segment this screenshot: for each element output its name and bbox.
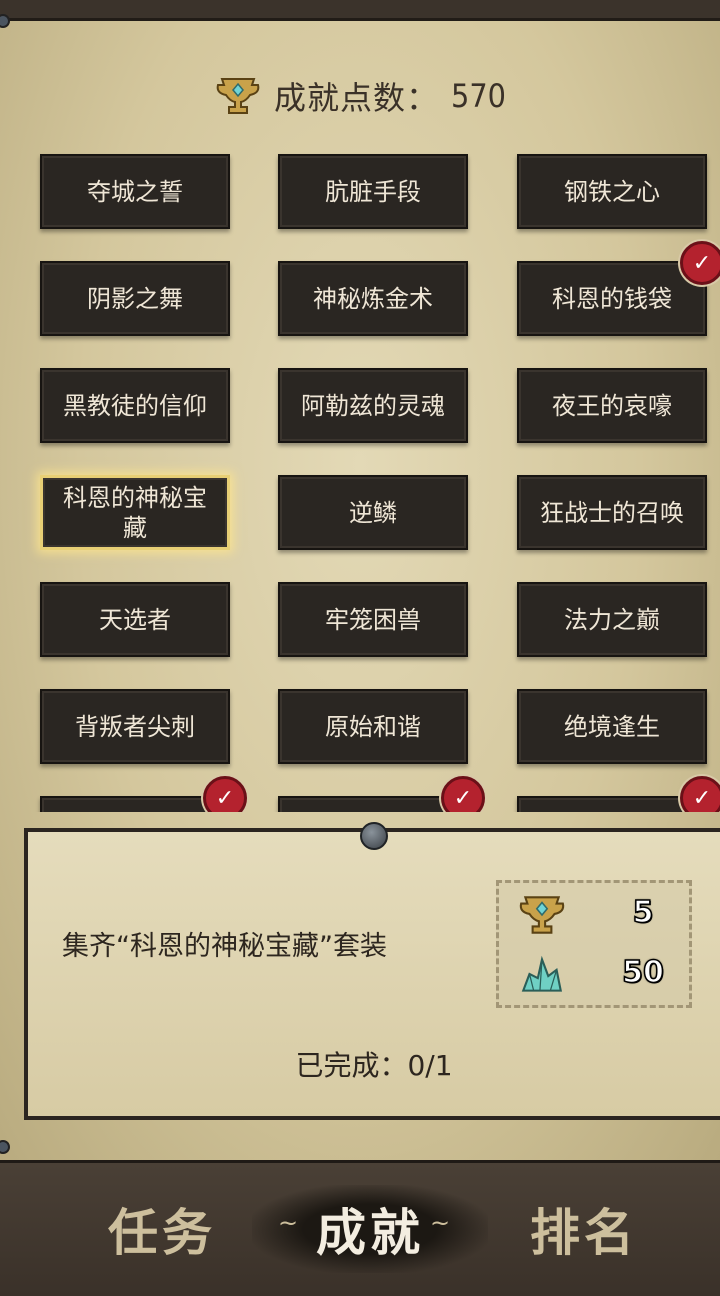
wave-icon: ~ xyxy=(430,1209,451,1237)
tab-tasks[interactable]: 任务 xyxy=(62,1191,262,1267)
achievement-label: 绝境逢生 xyxy=(564,712,660,741)
achievement-points-label: 成就点数： xyxy=(274,79,440,117)
achievement-label: 背叛者尖刺 xyxy=(75,712,195,741)
achievement-label: 逆鳞 xyxy=(349,498,397,527)
achievement-label: 黑教徒的信仰 xyxy=(63,391,207,420)
tab-ranking[interactable]: 排名 xyxy=(484,1191,684,1267)
achievement-card[interactable]: 阿勒兹的灵魂 xyxy=(278,368,468,443)
achievement-description: 集齐“科恩的神秘宝藏”套装 xyxy=(62,931,387,962)
achievement-card[interactable]: 背叛者尖刺 xyxy=(40,689,230,764)
achievement-label: 天选者 xyxy=(99,605,171,634)
reward-row: 50 xyxy=(517,953,665,997)
frame-rivet xyxy=(0,14,10,28)
crystal-icon xyxy=(521,955,563,992)
achievement-label: 科恩的钱袋 xyxy=(552,284,672,313)
achievement-card[interactable]: 夺城之誓 xyxy=(40,154,230,229)
achievement-label: 神秘炼金术 xyxy=(313,284,433,313)
achievement-label: 法力之巅 xyxy=(564,605,660,634)
achievement-card[interactable]: 逆鳞 xyxy=(278,475,468,550)
achievement-card[interactable]: 阴影之舞 xyxy=(40,261,230,336)
bottom-nav: 任务 ~ 成就 ~ 排名 xyxy=(0,1160,720,1296)
completed-check-icon: ✓ xyxy=(680,241,720,285)
achievement-card[interactable] xyxy=(278,796,468,812)
achievement-detail-panel: 集齐“科恩的神秘宝藏”套装 5 50 已完成：0/1 xyxy=(24,828,720,1120)
achievement-card[interactable]: 钢铁之心 xyxy=(517,154,707,229)
reward-points-value: 5 xyxy=(632,894,654,931)
achievement-points-value: 570 xyxy=(451,77,506,115)
pin-icon xyxy=(360,822,388,850)
progress-text: 已完成：0/1 xyxy=(295,1049,453,1082)
achievement-card[interactable]: 狂战士的召唤 xyxy=(517,475,707,550)
completed-check-icon: ✓ xyxy=(680,776,720,812)
achievement-card[interactable]: 天选者 xyxy=(40,582,230,657)
achievement-card[interactable] xyxy=(40,796,230,812)
trophy-icon xyxy=(519,896,565,934)
achievement-label: 科恩的神秘宝藏 xyxy=(63,483,207,542)
achievement-label: 钢铁之心 xyxy=(564,177,660,206)
achievement-card[interactable] xyxy=(517,796,707,812)
achievement-label: 夜王的哀嚎 xyxy=(552,391,672,420)
achievement-label: 阴影之舞 xyxy=(87,284,183,313)
achievement-card[interactable]: 肮脏手段 xyxy=(278,154,468,229)
achievement-card[interactable]: 神秘炼金术 xyxy=(278,261,468,336)
reward-crystal-value: 50 xyxy=(621,954,664,991)
achievement-card[interactable]: 原始和谐 xyxy=(278,689,468,764)
achievement-label: 夺城之誓 xyxy=(87,177,183,206)
achievement-points-header: 成就点数： 570 xyxy=(0,68,720,124)
achievement-label: 肮脏手段 xyxy=(325,177,421,206)
achievement-grid[interactable]: 夺城之誓 肮脏手段 钢铁之心阴影之舞 神秘炼金术 科恩的钱袋 ✓ 黑教徒的信仰 阿勒兹的灵魂 夜… xyxy=(0,140,720,812)
reward-row: 5 xyxy=(517,893,654,937)
achievement-label: 原始和谐 xyxy=(325,712,421,741)
achievement-label: 狂战士的召唤 xyxy=(540,498,684,527)
completed-check-icon: ✓ xyxy=(203,776,247,812)
completed-check-icon: ✓ xyxy=(441,776,485,812)
achievement-card[interactable]: 绝境逢生 xyxy=(517,689,707,764)
achievement-card[interactable]: 科恩的钱袋 xyxy=(517,261,707,336)
achievement-label: 阿勒兹的灵魂 xyxy=(301,391,445,420)
achievement-card[interactable]: 黑教徒的信仰 xyxy=(40,368,230,443)
achievement-card[interactable]: 牢笼困兽 xyxy=(278,582,468,657)
achievement-label: 牢笼困兽 xyxy=(325,605,421,634)
achievement-card[interactable]: 科恩的神秘宝藏 xyxy=(40,475,230,550)
top-frame xyxy=(0,0,720,21)
trophy-icon xyxy=(216,78,260,114)
frame-rivet xyxy=(0,1140,10,1154)
achievement-card[interactable]: 法力之巅 xyxy=(517,582,707,657)
reward-box: 5 50 xyxy=(496,880,692,1008)
achievement-card[interactable]: 夜王的哀嚎 xyxy=(517,368,707,443)
